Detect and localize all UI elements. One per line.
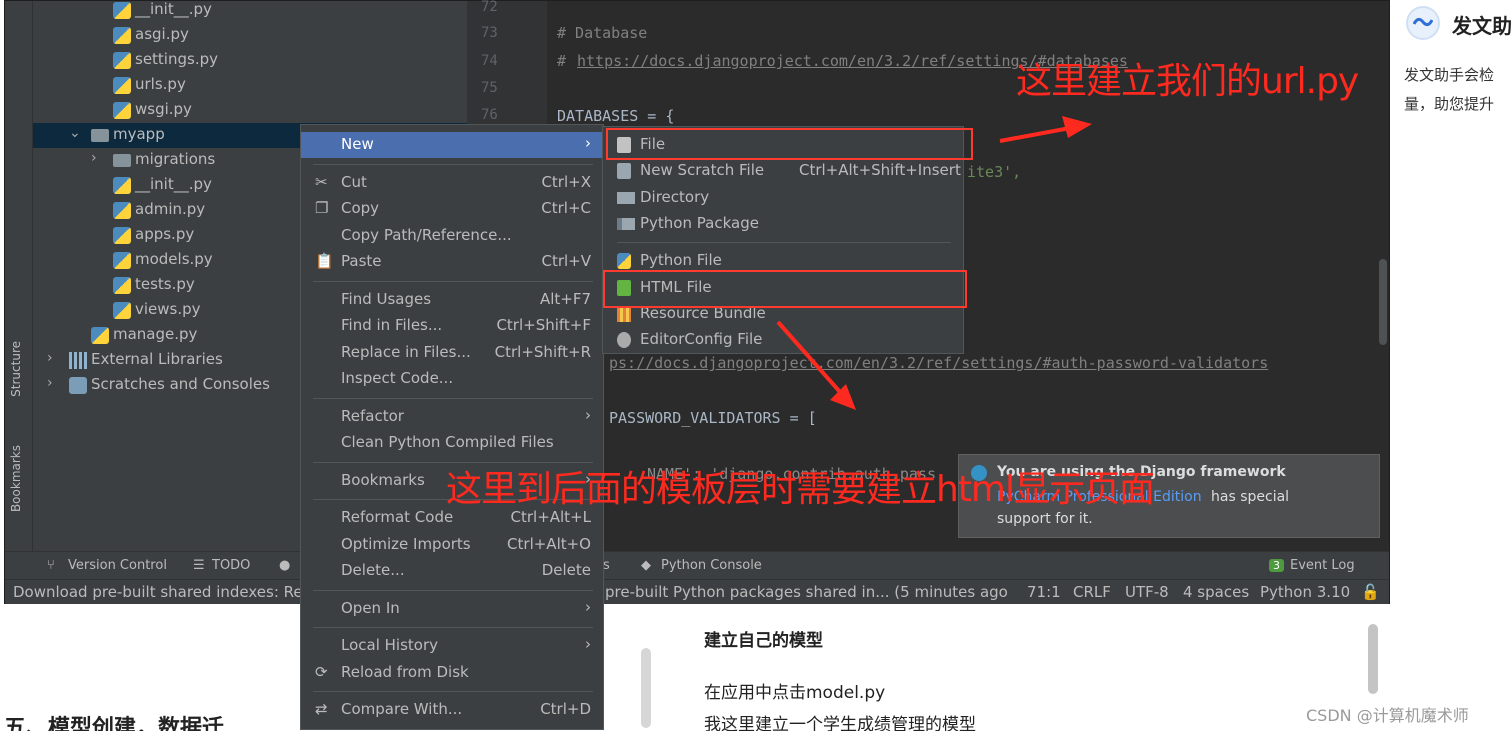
annotation-html: 这里到后面的模板层时需要建立html显示页面 bbox=[446, 469, 1155, 510]
arrow-url-head bbox=[1062, 116, 1092, 138]
screenshot-root: 发文助 发文助手会检 量，助您提升 五、模型创建，数据迁 建立自己的模型 在应用… bbox=[0, 0, 1512, 731]
annotation-arrows bbox=[776, 116, 1092, 410]
annotation-url: 这里建立我们的url.py bbox=[1016, 61, 1359, 102]
arrow-url bbox=[999, 126, 1071, 143]
arrow-html bbox=[776, 320, 842, 394]
